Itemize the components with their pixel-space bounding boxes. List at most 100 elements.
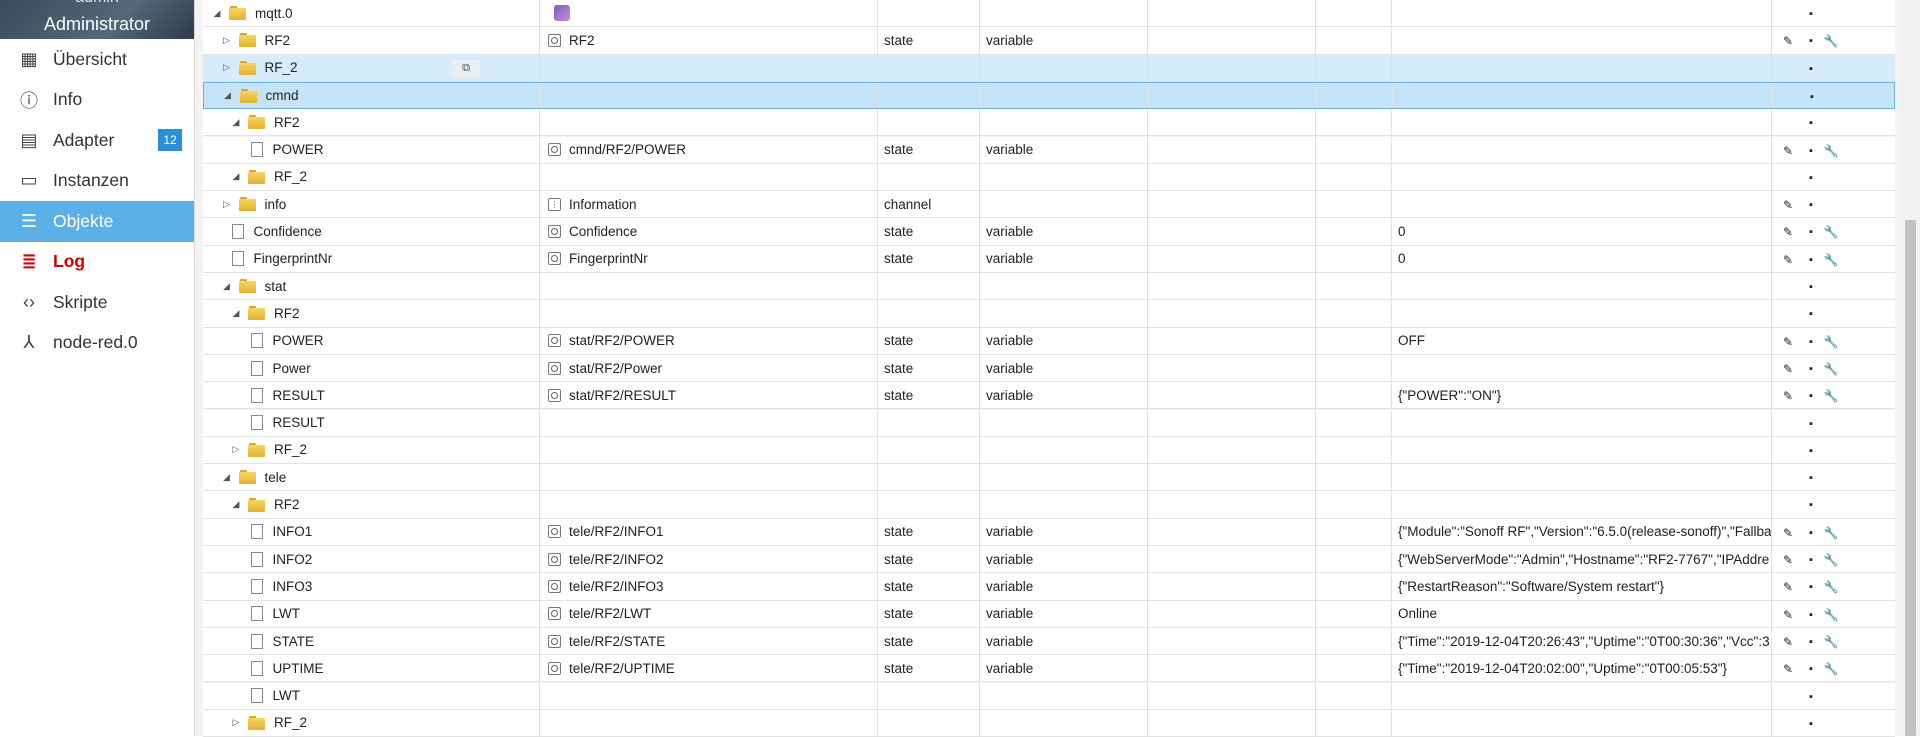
tree-row[interactable]: ◢ cmnd ▪	[203, 81, 1895, 110]
delete-trash-icon[interactable]: ▪	[1803, 252, 1819, 268]
vertical-scrollbar[interactable]	[1901, 0, 1920, 736]
tree-row[interactable]: ▷ info ⋮ Information channel ✎ ▪	[203, 191, 1895, 219]
delete-trash-icon[interactable]: ▪	[1803, 115, 1819, 131]
settings-wrench-icon[interactable]: 🔧	[1823, 252, 1839, 268]
edit-pencil-icon[interactable]: ✎	[1780, 388, 1796, 404]
edit-pencil-icon[interactable]: ✎	[1780, 143, 1796, 159]
settings-wrench-icon[interactable]: 🔧	[1823, 607, 1839, 623]
tree-row[interactable]: STATE tele/RF2/STATE state variable {"Time":…	[203, 627, 1895, 656]
expand-toggle-icon[interactable]: ▷	[221, 62, 233, 73]
tree-row[interactable]: ◢ RF_2 ▪	[203, 163, 1895, 192]
delete-trash-icon[interactable]: ▪	[1803, 607, 1819, 623]
edit-pencil-icon[interactable]: ✎	[1780, 607, 1796, 623]
tree-row[interactable]: Power stat/RF2/Power state variable ✎ ▪ 🔧	[203, 354, 1895, 383]
delete-trash-icon[interactable]: ▪	[1803, 170, 1819, 186]
collapse-toggle-icon[interactable]: ◢	[230, 171, 242, 182]
delete-trash-icon[interactable]: ▪	[1803, 634, 1819, 650]
tree-row[interactable]: RESULT stat/RF2/RESULT state variable {"POWE…	[203, 382, 1895, 410]
tree-row[interactable]: ◢ tele ▪	[203, 464, 1895, 492]
expand-toggle-icon[interactable]: ▷	[230, 717, 242, 728]
settings-wrench-icon[interactable]: 🔧	[1823, 224, 1839, 240]
collapse-toggle-icon[interactable]: ◢	[221, 472, 233, 483]
edit-pencil-icon[interactable]: ✎	[1780, 197, 1796, 213]
tree-row[interactable]: INFO3 tele/RF2/INFO3 state variable {"Restar…	[203, 573, 1895, 601]
edit-pencil-icon[interactable]: ✎	[1780, 361, 1796, 377]
delete-trash-icon[interactable]: ▪	[1803, 61, 1819, 77]
delete-trash-icon[interactable]: ▪	[1803, 443, 1819, 459]
delete-trash-icon[interactable]: ▪	[1803, 416, 1819, 432]
edit-pencil-icon[interactable]: ✎	[1780, 334, 1796, 350]
expand-toggle-icon[interactable]: ▷	[230, 444, 242, 455]
delete-trash-icon[interactable]: ▪	[1803, 579, 1819, 595]
delete-trash-icon[interactable]: ▪	[1803, 334, 1819, 350]
delete-trash-icon[interactable]: ▪	[1803, 33, 1819, 49]
nav-item-adapter[interactable]: ▤ Adapter 12	[0, 120, 194, 161]
tree-row[interactable]: POWER stat/RF2/POWER state variable OFF ✎ ▪ 🔧	[203, 327, 1895, 355]
delete-trash-icon[interactable]: ▪	[1803, 6, 1819, 22]
collapse-toggle-icon[interactable]: ◢	[221, 281, 233, 292]
delete-trash-icon[interactable]: ▪	[1803, 197, 1819, 213]
delete-trash-icon[interactable]: ▪	[1803, 279, 1819, 295]
tree-row[interactable]: ◢ stat ▪	[203, 273, 1895, 301]
settings-wrench-icon[interactable]: 🔧	[1823, 579, 1839, 595]
nav-item-nodered[interactable]: ⅄ node-red.0	[0, 323, 194, 364]
delete-trash-icon[interactable]: ▪	[1803, 361, 1819, 377]
tree-row[interactable]: ◢ RF2 ▪	[203, 109, 1895, 137]
settings-wrench-icon[interactable]: 🔧	[1823, 361, 1839, 377]
tree-row[interactable]: Confidence Confidence state variable 0 ✎ ▪ 🔧	[203, 218, 1895, 246]
delete-trash-icon[interactable]: ▪	[1803, 661, 1819, 677]
delete-trash-icon[interactable]: ▪	[1803, 306, 1819, 322]
tree-row[interactable]: INFO1 tele/RF2/INFO1 state variable {"Module…	[203, 518, 1895, 546]
delete-trash-icon[interactable]: ▪	[1803, 470, 1819, 486]
tree-row[interactable]: ▷ RF_2 ⧉ ▪	[203, 54, 1895, 82]
nav-item-objekte[interactable]: ☰ Objekte	[0, 201, 194, 242]
tree-row[interactable]: ▷ RF_2 ▪	[203, 709, 1895, 737]
tree-row[interactable]: ▷ RF_2 ▪	[203, 436, 1895, 465]
edit-pencil-icon[interactable]: ✎	[1780, 525, 1796, 541]
settings-wrench-icon[interactable]: 🔧	[1823, 634, 1839, 650]
expand-toggle-icon[interactable]: ▷	[221, 35, 233, 46]
collapse-toggle-icon[interactable]: ◢	[211, 8, 223, 19]
nav-item-log[interactable]: ≣ Log	[0, 242, 194, 283]
edit-pencil-icon[interactable]: ✎	[1780, 552, 1796, 568]
delete-trash-icon[interactable]: ▪	[1803, 224, 1819, 240]
expand-toggle-icon[interactable]: ▷	[221, 199, 233, 210]
tree-row[interactable]: ◢ RF2 ▪	[203, 491, 1895, 519]
delete-trash-icon[interactable]: ▪	[1804, 89, 1820, 105]
nav-item-skripte[interactable]: ‹› Skripte	[0, 282, 194, 323]
settings-wrench-icon[interactable]: 🔧	[1823, 661, 1839, 677]
collapse-toggle-icon[interactable]: ◢	[230, 117, 242, 128]
tree-row[interactable]: ▷ RF2 RF2 state variable ✎ ▪ 🔧	[203, 27, 1895, 55]
edit-pencil-icon[interactable]: ✎	[1780, 579, 1796, 595]
nav-item-info[interactable]: ⓘ Info	[0, 80, 194, 121]
settings-wrench-icon[interactable]: 🔧	[1823, 525, 1839, 541]
tree-row[interactable]: POWER cmnd/RF2/POWER state variable ✎ ▪ 🔧	[203, 136, 1895, 164]
edit-pencil-icon[interactable]: ✎	[1780, 224, 1796, 240]
tree-row[interactable]: LWT ▪	[203, 682, 1895, 710]
delete-trash-icon[interactable]: ▪	[1803, 716, 1819, 732]
edit-pencil-icon[interactable]: ✎	[1780, 252, 1796, 268]
collapse-toggle-icon[interactable]: ◢	[222, 90, 234, 101]
tree-row[interactable]: RESULT ▪	[203, 409, 1895, 437]
settings-wrench-icon[interactable]: 🔧	[1823, 143, 1839, 159]
settings-wrench-icon[interactable]: 🔧	[1823, 334, 1839, 350]
tree-row[interactable]: ◢ mqtt.0 ▪	[203, 0, 1895, 28]
copy-icon[interactable]: ⧉	[452, 59, 480, 78]
settings-wrench-icon[interactable]: 🔧	[1823, 388, 1839, 404]
collapse-toggle-icon[interactable]: ◢	[230, 499, 242, 510]
delete-trash-icon[interactable]: ▪	[1803, 689, 1819, 705]
nav-item-instanzen[interactable]: ▭ Instanzen	[0, 161, 194, 202]
delete-trash-icon[interactable]: ▪	[1803, 497, 1819, 513]
delete-trash-icon[interactable]: ▪	[1803, 525, 1819, 541]
settings-wrench-icon[interactable]: 🔧	[1823, 552, 1839, 568]
scrollbar-thumb[interactable]	[1905, 220, 1916, 736]
edit-pencil-icon[interactable]: ✎	[1780, 33, 1796, 49]
edit-pencil-icon[interactable]: ✎	[1780, 661, 1796, 677]
delete-trash-icon[interactable]: ▪	[1803, 143, 1819, 159]
tree-row[interactable]: INFO2 tele/RF2/INFO2 state variable {"WebSer…	[203, 546, 1895, 574]
delete-trash-icon[interactable]: ▪	[1803, 552, 1819, 568]
tree-row[interactable]: UPTIME tele/RF2/UPTIME state variable {"Time…	[203, 655, 1895, 683]
edit-pencil-icon[interactable]: ✎	[1780, 634, 1796, 650]
settings-wrench-icon[interactable]: 🔧	[1823, 33, 1839, 49]
tree-row[interactable]: ◢ RF2 ▪	[203, 300, 1895, 328]
